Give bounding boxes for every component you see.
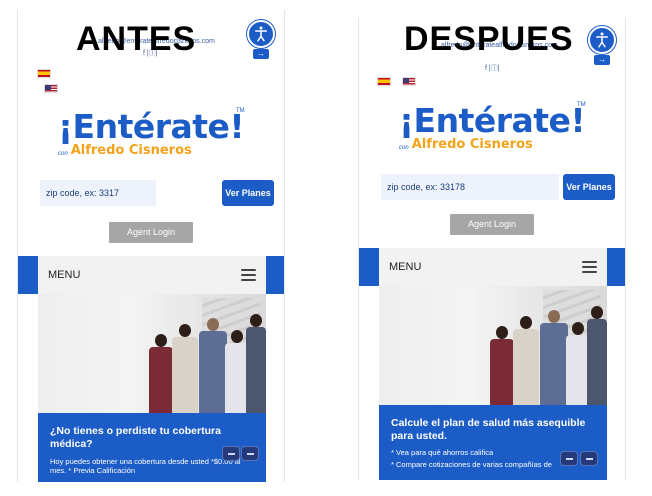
promo-box: Calcule el plan de salud más asequible p…	[379, 405, 607, 480]
before-label: ANTES	[76, 20, 197, 58]
logo-sub-text: Alfredo Cisneros	[411, 137, 533, 152]
logo-main-text: ¡Entérate!	[58, 107, 245, 146]
hamburger-icon[interactable]	[241, 269, 256, 281]
chat-icon[interactable]	[241, 446, 259, 461]
menu-bar[interactable]: MENU	[38, 256, 266, 294]
comparison-stage: alfredo@enteratealfredocisneros.com f |ⓘ…	[0, 0, 652, 496]
agent-login-button[interactable]: Agent Login	[109, 222, 193, 243]
spain-flag-icon[interactable]	[377, 77, 391, 86]
chat-icon[interactable]	[560, 451, 578, 466]
us-flag-icon[interactable]	[44, 84, 58, 93]
logo-con: con	[58, 151, 68, 157]
accessibility-icon	[247, 20, 275, 48]
menu-bar[interactable]: MENU	[379, 248, 607, 286]
menu-label: MENU	[389, 261, 422, 273]
arrow-right-icon: →	[594, 55, 610, 65]
family-photo	[379, 286, 607, 405]
site-logo[interactable]: ¡Entérate! con Alfredo Cisneros TM	[399, 101, 586, 152]
logo-con: con	[399, 145, 409, 151]
family-photo	[38, 294, 266, 413]
logo-main-text: ¡Entérate!	[399, 101, 586, 140]
social-links[interactable]: f |ⓘ|	[485, 63, 500, 73]
accessibility-button[interactable]: →	[588, 26, 616, 65]
us-flag-icon[interactable]	[402, 77, 416, 86]
accessibility-button[interactable]: →	[247, 20, 275, 59]
ver-planes-button[interactable]: Ver Planes	[222, 180, 274, 206]
phone-before: alfredo@enteratealfredocisneros.com f |ⓘ…	[17, 10, 285, 482]
after-label: DESPUES	[404, 20, 574, 58]
chat-icon[interactable]	[580, 451, 598, 466]
ver-planes-button[interactable]: Ver Planes	[563, 174, 615, 200]
promo-title: Calcule el plan de salud más asequible p…	[391, 417, 586, 442]
menu-label: MENU	[48, 269, 81, 281]
arrow-right-icon: →	[253, 49, 269, 59]
agent-login-button[interactable]: Agent Login	[450, 214, 534, 235]
phone-after: alfredo@enteratealfredocisneros.com f |ⓘ…	[358, 18, 626, 480]
chat-icon[interactable]	[222, 446, 240, 461]
hamburger-icon[interactable]	[582, 261, 597, 273]
zip-code-input[interactable]: zip code, ex: 33178	[381, 174, 559, 200]
accessibility-icon	[588, 26, 616, 54]
logo-tm: TM	[577, 102, 586, 108]
spain-flag-icon[interactable]	[37, 69, 51, 78]
logo-tm: TM	[236, 108, 245, 114]
site-logo[interactable]: ¡Entérate! con Alfredo Cisneros TM	[58, 107, 245, 158]
zip-code-input[interactable]: zip code, ex: 3317	[40, 180, 156, 206]
logo-sub-text: Alfredo Cisneros	[70, 143, 192, 158]
